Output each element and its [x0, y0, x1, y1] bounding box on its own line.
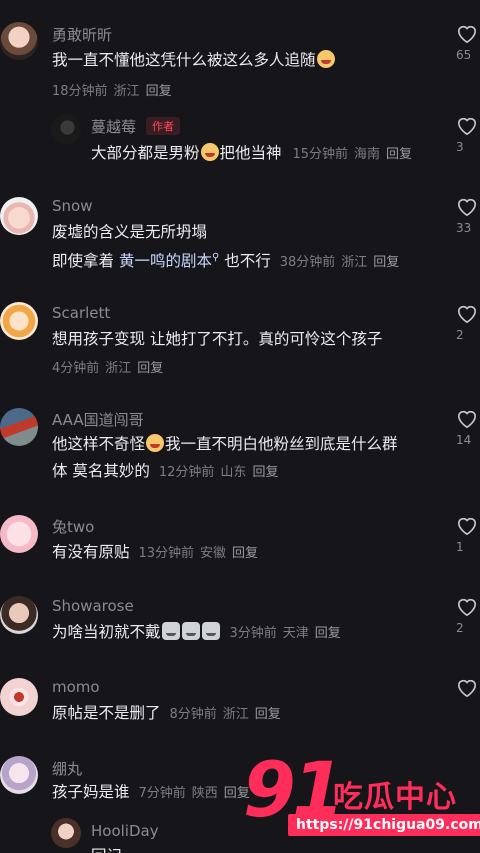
heart-icon — [457, 25, 477, 44]
heart-icon — [457, 198, 477, 217]
cat-emoji-icon — [201, 622, 220, 640]
like-count: 2 — [456, 621, 464, 635]
watermark-url: https://91chigua09.com — [288, 814, 480, 836]
search-link[interactable]: 黄一鸣的剧本 — [119, 252, 212, 270]
comment-meta: 18分钟前 浙江 回复 — [52, 84, 172, 99]
comment-text: 想用孩子变现 让她打了不打。真的可怜这个孩子 — [52, 330, 383, 348]
username[interactable]: 勇敢昕昕 — [52, 24, 112, 45]
heart-icon — [457, 410, 477, 429]
crying-emoji-icon — [146, 434, 165, 452]
crying-emoji-icon — [200, 143, 219, 161]
reply-button[interactable]: 回复 — [252, 465, 278, 480]
avatar[interactable] — [0, 678, 38, 716]
comment-text: 回记 — [91, 846, 122, 853]
like-count: 1 — [456, 540, 464, 554]
username[interactable]: HooliDay — [91, 822, 159, 840]
avatar[interactable] — [0, 515, 38, 553]
avatar[interactable] — [0, 22, 38, 60]
heart-icon — [457, 117, 477, 136]
like-button[interactable]: 33 — [456, 197, 480, 235]
cat-emoji-icon — [161, 622, 180, 640]
like-count: 33 — [456, 221, 472, 235]
comment-text-line2: 体 莫名其妙的 12分钟前 山东 回复 — [52, 462, 279, 480]
reply-button[interactable]: 回复 — [232, 546, 258, 561]
heart-icon — [457, 305, 477, 324]
avatar[interactable] — [51, 818, 81, 848]
comment-text: 大部分都是男粉 把他当神 15分钟前 海南 回复 — [91, 143, 413, 162]
comment-text-line2: 即使拿着 黄一鸣的剧本⚲ 也不行 38分钟前 浙江 回复 — [52, 252, 400, 270]
username[interactable]: AAA国道闯哥 — [52, 409, 144, 430]
avatar[interactable] — [0, 756, 38, 794]
reply-button[interactable]: 回复 — [146, 84, 172, 99]
like-count: 65 — [456, 48, 472, 62]
reply-button[interactable]: 回复 — [137, 361, 163, 376]
like-button[interactable]: 1 — [456, 516, 480, 554]
reply-button[interactable]: 回复 — [386, 147, 412, 162]
comment-text: 废墟的含义是无所坍塌 — [52, 223, 208, 241]
watermark-logo: 91 吃瓜中心 https://91chigua09.com — [243, 750, 480, 850]
username[interactable]: Showarose — [52, 597, 134, 615]
reply-button[interactable]: 回复 — [373, 255, 399, 270]
comment-text: 有没有原贴 13分钟前 安徽 回复 — [52, 543, 259, 561]
comment-text: 我一直不懂他这凭什么被这么多人追随 — [52, 50, 336, 70]
username[interactable]: 蔓越莓 作者 — [91, 116, 181, 137]
watermark-brand: 吃瓜中心 — [333, 780, 457, 815]
heart-icon — [457, 517, 477, 536]
like-count: 14 — [456, 433, 472, 447]
search-icon: ⚲ — [211, 252, 220, 263]
comment-text: 原帖是不是删了 8分钟前 浙江 回复 — [52, 704, 281, 722]
like-button[interactable]: 2 — [456, 597, 480, 635]
comment-meta: 4分钟前 浙江 回复 — [52, 361, 164, 376]
reply-button[interactable]: 回复 — [315, 626, 341, 641]
heart-icon — [457, 679, 477, 698]
comment-text: 孩子妈是谁 7分钟前 陕西 回复 — [52, 783, 250, 801]
like-button[interactable]: 14 — [456, 409, 480, 447]
like-button[interactable] — [456, 678, 480, 698]
avatar[interactable] — [0, 408, 38, 446]
username[interactable]: 兔two — [52, 516, 94, 537]
username[interactable]: 绷丸 — [52, 758, 82, 779]
username[interactable]: Scarlett — [52, 304, 110, 322]
like-button[interactable]: 2 — [456, 304, 480, 342]
cat-emoji-icon — [181, 622, 200, 640]
comment-text: 他这样不奇怪 我一直不明白他粉丝到底是什么群 — [52, 434, 398, 453]
like-button[interactable]: 65 — [456, 24, 480, 62]
reply-button[interactable]: 回复 — [255, 707, 281, 722]
like-button[interactable]: 3 — [456, 116, 480, 154]
avatar[interactable] — [51, 114, 81, 144]
heart-icon — [457, 598, 477, 617]
like-count: 3 — [456, 140, 464, 154]
avatar[interactable] — [0, 596, 38, 634]
author-badge: 作者 — [146, 117, 181, 135]
crying-emoji-icon — [316, 50, 335, 68]
like-count: 2 — [456, 328, 464, 342]
comment-text: 为啥当初就不戴 3分钟前 天津 回复 — [52, 622, 341, 641]
avatar[interactable] — [0, 302, 38, 340]
avatar[interactable] — [0, 197, 38, 235]
username[interactable]: Snow — [52, 197, 92, 215]
username[interactable]: momo — [52, 678, 100, 696]
